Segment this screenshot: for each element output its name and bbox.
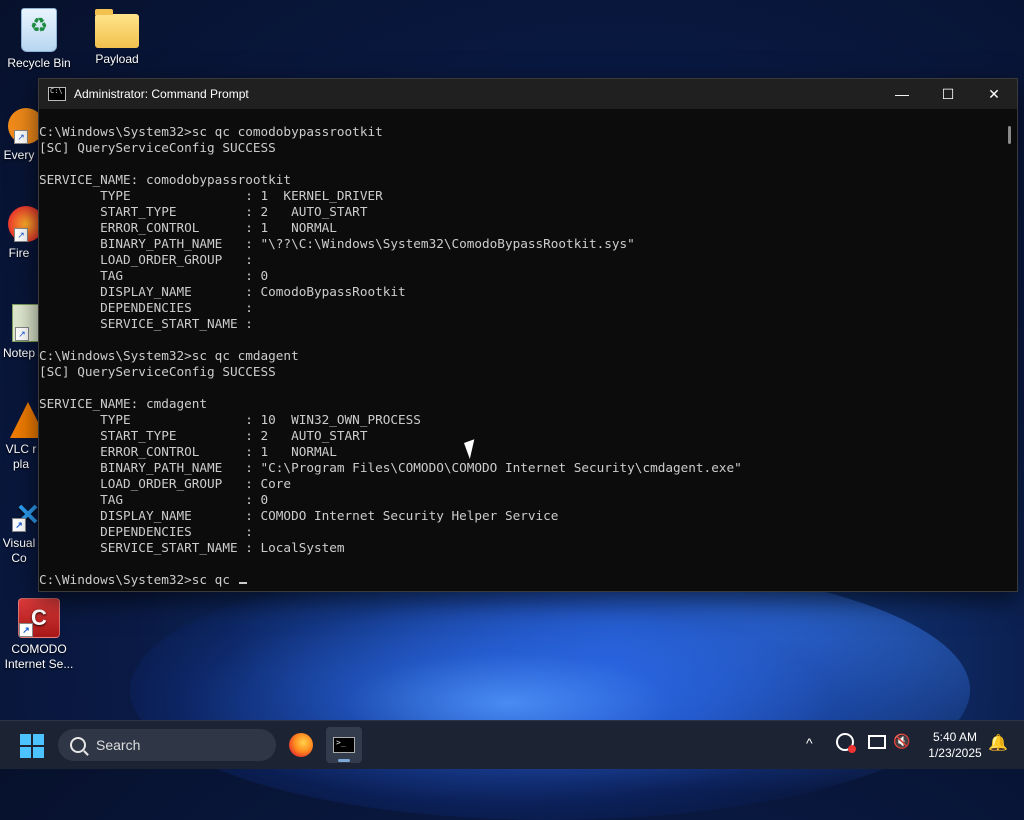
desktop-icon-label: Recycle Bin bbox=[7, 56, 71, 70]
console-line: TAG : 0 bbox=[39, 492, 269, 507]
console-line: TYPE : 1 KERNEL_DRIVER bbox=[39, 188, 383, 203]
desktop-icon-recycle-bin[interactable]: ♻ Recycle Bin bbox=[1, 8, 77, 71]
speaker-muted-icon[interactable]: 🔇 bbox=[893, 733, 910, 750]
console-line: C:\Windows\System32>sc qc comodobypassro… bbox=[39, 124, 383, 139]
console-text: C:\Windows\System32>sc qc comodobypassro… bbox=[39, 124, 1000, 572]
console-prompt-line[interactable]: C:\Windows\System32>sc qc bbox=[39, 572, 1000, 588]
recycle-bin-icon: ♻ bbox=[21, 8, 57, 52]
console-scrollbar[interactable] bbox=[1000, 110, 1017, 591]
desktop-icon-label: Visual Co bbox=[2, 536, 36, 565]
console-line: SERVICE_NAME: comodobypassrootkit bbox=[39, 172, 292, 187]
firefox-icon bbox=[289, 733, 313, 757]
console-line: BINARY_PATH_NAME : "C:\Program Files\COM… bbox=[39, 460, 742, 475]
console-line: DEPENDENCIES : bbox=[39, 300, 253, 315]
prompt-text: C:\Windows\System32>sc qc bbox=[39, 572, 238, 587]
console-line: TAG : 0 bbox=[39, 268, 269, 283]
clock-time: 5:40 AM bbox=[932, 730, 978, 744]
minimize-button[interactable]: — bbox=[879, 79, 925, 109]
taskbar-firefox[interactable] bbox=[283, 727, 319, 763]
maximize-button[interactable]: ☐ bbox=[925, 79, 971, 109]
desktop-icon-label: Notep bbox=[2, 346, 36, 360]
console-line: ERROR_CONTROL : 1 NORMAL bbox=[39, 444, 337, 459]
console-line: [SC] QueryServiceConfig SUCCESS bbox=[39, 364, 276, 379]
folder-icon bbox=[95, 9, 139, 48]
sync-alert-icon[interactable] bbox=[836, 733, 856, 753]
taskbar: Search >_ ^ 🔇 5:40 AM 1/23/2025 🔔 bbox=[0, 720, 1024, 769]
desktop-icon-label: Every bbox=[3, 148, 35, 162]
console-output[interactable]: C:\Windows\System32>sc qc comodobypassro… bbox=[39, 110, 1000, 591]
vlc-cone-icon bbox=[10, 402, 38, 438]
console-line: LOAD_ORDER_GROUP : bbox=[39, 252, 253, 267]
search-icon bbox=[70, 737, 86, 753]
network-monitor-icon[interactable] bbox=[868, 735, 886, 749]
desktop-icon-payload[interactable]: Payload bbox=[79, 8, 155, 67]
comodo-icon: C ↗ bbox=[18, 598, 60, 638]
scrollbar-thumb[interactable] bbox=[1008, 126, 1011, 144]
console-line: BINARY_PATH_NAME : "\??\C:\Windows\Syste… bbox=[39, 236, 635, 251]
taskbar-command-prompt[interactable]: >_ bbox=[326, 727, 362, 763]
console-line: TYPE : 10 WIN32_OWN_PROCESS bbox=[39, 412, 421, 427]
notification-bell-icon[interactable]: 🔔 bbox=[988, 733, 1008, 753]
console-line: LOAD_ORDER_GROUP : Core bbox=[39, 476, 292, 491]
console-line: SERVICE_START_NAME : LocalSystem bbox=[39, 540, 345, 555]
console-line: START_TYPE : 2 AUTO_START bbox=[39, 428, 368, 443]
vscode-icon: ✕ ↗ bbox=[12, 500, 38, 532]
desktop-icon-firefox[interactable]: ↗ Fire bbox=[0, 206, 38, 261]
firefox-icon: ↗ bbox=[8, 206, 38, 242]
console-line: SERVICE_NAME: cmdagent bbox=[39, 396, 208, 411]
console-line: START_TYPE : 2 AUTO_START bbox=[39, 204, 368, 219]
cmd-app-icon bbox=[48, 87, 66, 101]
notepad-icon: ↗ bbox=[12, 304, 38, 342]
console-line: C:\Windows\System32>sc qc cmdagent bbox=[39, 348, 299, 363]
tray-clock[interactable]: 5:40 AM 1/23/2025 bbox=[916, 729, 994, 761]
search-label: Search bbox=[96, 737, 141, 753]
desktop-icon-label: Payload bbox=[95, 52, 139, 66]
console-line: DISPLAY_NAME : ComodoBypassRootkit bbox=[39, 284, 406, 299]
window-title: Administrator: Command Prompt bbox=[74, 87, 249, 101]
desktop-icon-label: COMODO Internet Se... bbox=[4, 642, 74, 671]
clock-date: 1/23/2025 bbox=[928, 746, 982, 760]
close-button[interactable]: ✕ bbox=[971, 79, 1017, 109]
command-prompt-window[interactable]: Administrator: Command Prompt — ☐ ✕ C:\W… bbox=[38, 78, 1018, 592]
taskbar-search[interactable]: Search bbox=[58, 729, 276, 761]
text-cursor bbox=[238, 582, 247, 584]
console-line: DISPLAY_NAME : COMODO Internet Security … bbox=[39, 508, 559, 523]
tray-overflow-chevron-icon[interactable]: ^ bbox=[806, 735, 813, 751]
desktop-icon-vlc[interactable]: VLC r pla bbox=[0, 402, 38, 472]
windows-logo-icon bbox=[20, 734, 31, 745]
window-titlebar[interactable]: Administrator: Command Prompt — ☐ ✕ bbox=[39, 79, 1017, 109]
console-line: [SC] QueryServiceConfig SUCCESS bbox=[39, 140, 276, 155]
desktop-icon-comodo[interactable]: C ↗ COMODO Internet Se... bbox=[1, 598, 77, 672]
start-button[interactable] bbox=[20, 734, 44, 758]
console-line: ERROR_CONTROL : 1 NORMAL bbox=[39, 220, 337, 235]
desktop-icon-vscode[interactable]: ✕ ↗ Visual Co bbox=[0, 500, 38, 566]
cmd-icon: >_ bbox=[333, 737, 355, 753]
desktop-icon-label: VLC r pla bbox=[5, 442, 37, 471]
desktop-icon-label: Fire bbox=[8, 246, 30, 260]
console-line: SERVICE_START_NAME : bbox=[39, 316, 253, 331]
wallpaper-bloom bbox=[130, 560, 970, 820]
desktop-icon-notepadpp[interactable]: ↗ Notep bbox=[0, 304, 38, 361]
everything-icon: ↗ bbox=[8, 108, 38, 144]
console-line: DEPENDENCIES : bbox=[39, 524, 253, 539]
desktop-icon-everything[interactable]: ↗ Every bbox=[0, 108, 38, 163]
